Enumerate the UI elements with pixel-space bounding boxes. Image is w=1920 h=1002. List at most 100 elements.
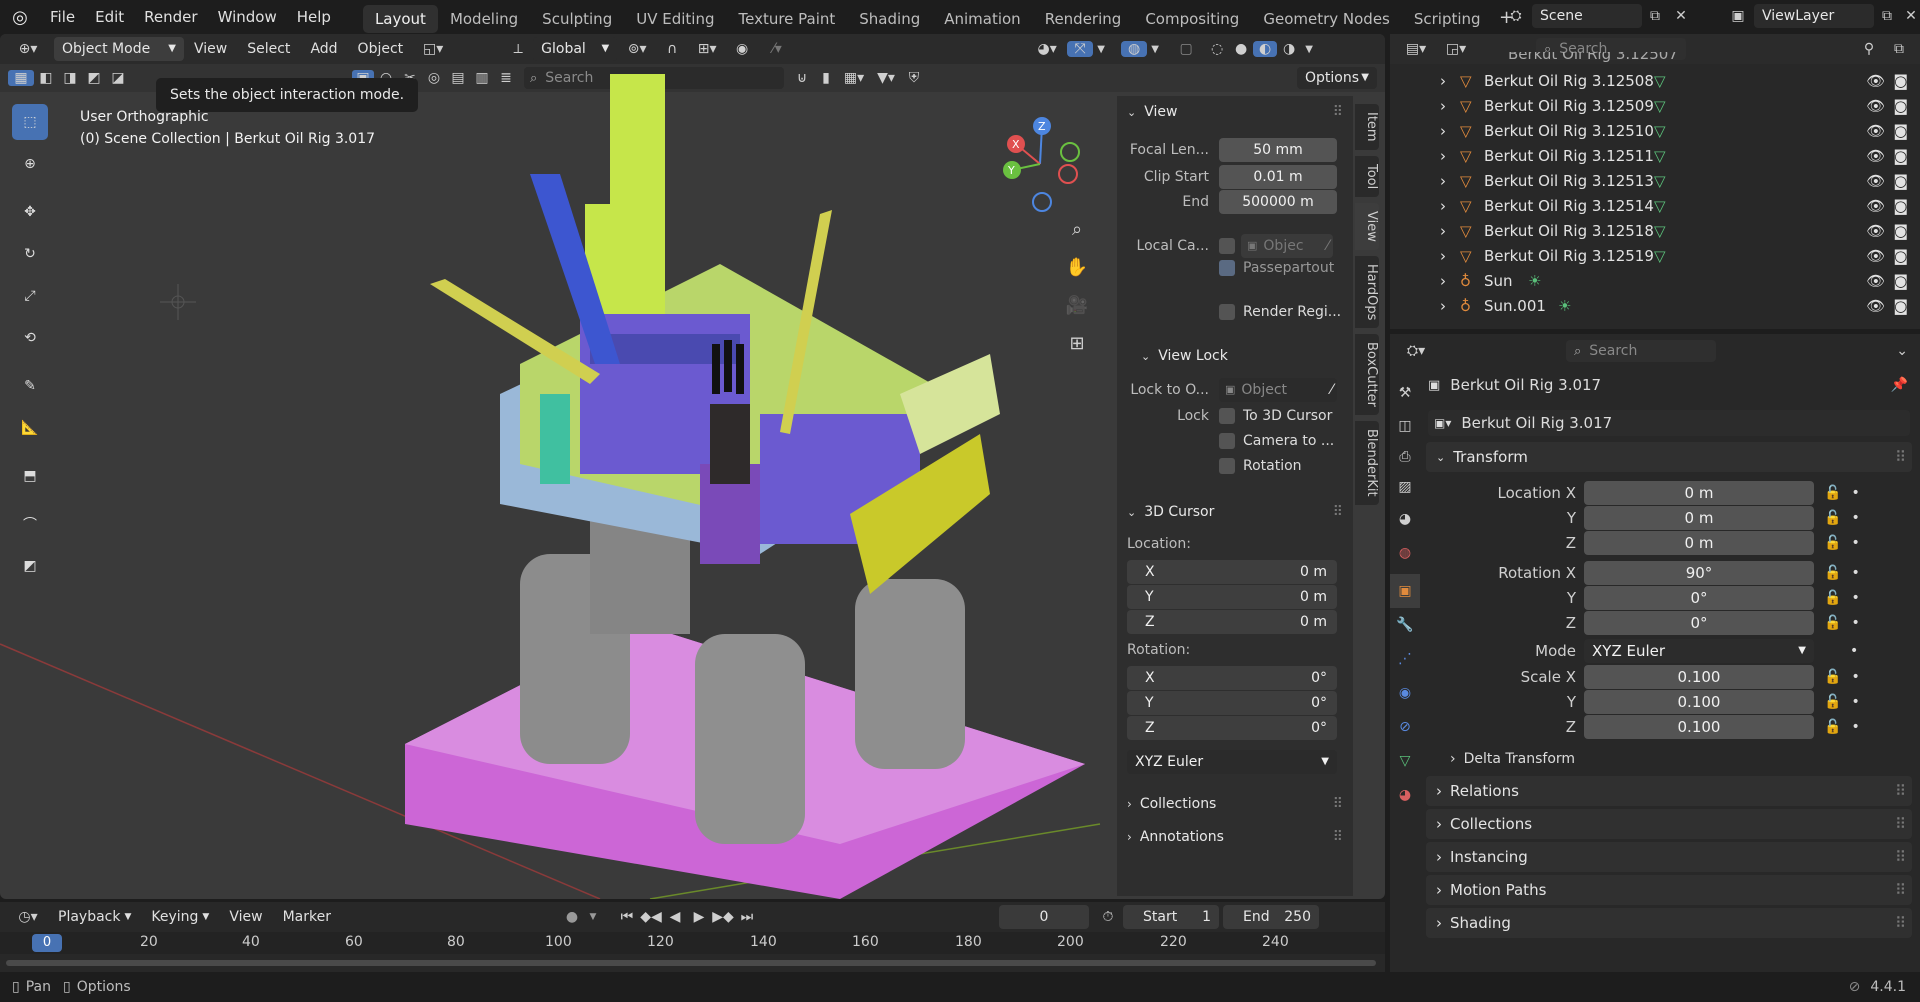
editor-type-icon[interactable]: ▤▾	[1396, 41, 1436, 57]
cursor-rotation-mode-dropdown[interactable]: XYZ Euler ▼	[1127, 750, 1337, 774]
tab-rendering[interactable]: Rendering	[1033, 5, 1134, 33]
data-tab-icon[interactable]: ▽	[1390, 744, 1420, 778]
object-datablock-field[interactable]: ▣▾ Berkut Oil Rig 3.017	[1428, 410, 1910, 436]
lock-icon[interactable]: 🔓	[1824, 535, 1841, 551]
outliner-row[interactable]: › ▽ Berkut Oil Rig 3.12509 ▽ 👁 ◙	[1390, 93, 1920, 118]
location-x-field[interactable]: 0 m	[1584, 480, 1814, 505]
camera-render-icon[interactable]: ◙	[1893, 272, 1908, 290]
material-tab-icon[interactable]: ◕	[1390, 778, 1420, 812]
tab-modeling[interactable]: Modeling	[438, 5, 530, 33]
drag-handle-icon[interactable]: ⠿	[1333, 796, 1343, 812]
relations-panel-header[interactable]: › Relations ⠿	[1426, 776, 1912, 806]
scene-name-field[interactable]: Scene	[1532, 4, 1642, 28]
wireframe-shading-icon[interactable]: ◌	[1205, 41, 1229, 57]
tool-tab-icon[interactable]: ⚒	[1390, 376, 1420, 410]
rotation-y-field[interactable]: 0°	[1584, 585, 1814, 610]
shading-dropdown-icon[interactable]: ▼	[1301, 44, 1317, 55]
cursor-loc-x-field[interactable]: X 0 m	[1127, 560, 1337, 584]
menu-help[interactable]: Help	[287, 0, 341, 34]
timeline-marker-menu[interactable]: Marker	[273, 902, 341, 932]
lock-icon[interactable]: 🔓	[1824, 615, 1841, 631]
lock-camera-checkbox[interactable]	[1219, 433, 1235, 449]
eye-icon[interactable]: 👁	[1866, 247, 1885, 265]
chevron-right-icon[interactable]: ›	[1440, 197, 1460, 215]
drag-handle-icon[interactable]: ⠿	[1895, 448, 1906, 466]
camera-render-icon[interactable]: ◙	[1893, 172, 1908, 190]
local-camera-field[interactable]: ▣ Objec ⁄	[1241, 234, 1333, 258]
tab-texture-paint[interactable]: Texture Paint	[726, 5, 847, 33]
lock-rotation-checkbox[interactable]	[1219, 458, 1235, 474]
eye-icon[interactable]: 👁	[1866, 147, 1885, 165]
zoom-icon[interactable]: ⌕	[1062, 210, 1092, 248]
transform-panel-header[interactable]: ⌄ Transform ⠿	[1426, 442, 1912, 472]
outliner-row[interactable]: › ♁ Sun.001 ☀ 👁 ◙	[1390, 293, 1920, 318]
tab-compositing[interactable]: Compositing	[1133, 5, 1251, 33]
outliner-row[interactable]: › ▽ Berkut Oil Rig 3.12510 ▽ 👁 ◙	[1390, 118, 1920, 143]
menu-render[interactable]: Render	[134, 0, 207, 34]
drag-handle-icon[interactable]: ⠿	[1895, 815, 1906, 833]
scale-y-field[interactable]: 0.100	[1584, 689, 1814, 714]
outliner-row[interactable]: › ▽ Berkut Oil Rig 3.12508 ▽ 👁 ◙	[1390, 68, 1920, 93]
eye-icon[interactable]: 👁	[1866, 197, 1885, 215]
chevron-right-icon[interactable]: ›	[1440, 147, 1460, 165]
chevron-right-icon[interactable]: ›	[1440, 222, 1460, 240]
pan-hand-icon[interactable]: ✋	[1062, 248, 1092, 286]
cursor-rot-z-field[interactable]: Z 0°	[1127, 716, 1337, 740]
chevron-right-icon[interactable]: ›	[1440, 247, 1460, 265]
output-tab-icon[interactable]: ⎙	[1390, 442, 1420, 472]
lock-icon[interactable]: 🔓	[1824, 485, 1841, 501]
modifier-tab-icon[interactable]: 🔧	[1390, 608, 1420, 642]
lock-to-object-field[interactable]: ▣ Object ⁄	[1219, 378, 1337, 402]
clip-end-field[interactable]: 500000 m	[1219, 190, 1337, 214]
sidebar-tab-boxcutter[interactable]: BoxCutter	[1355, 334, 1379, 416]
stopwatch-icon[interactable]: ⏱	[1093, 909, 1123, 925]
lock-cursor-checkbox[interactable]	[1219, 408, 1235, 424]
eye-icon[interactable]: 👁	[1866, 272, 1885, 290]
play-reverse-icon[interactable]: ◀	[663, 909, 687, 925]
overlay-toggle-icon[interactable]: ◍	[1121, 41, 1148, 57]
instancing-panel-header[interactable]: › Instancing ⠿	[1426, 842, 1912, 872]
scene-icon[interactable]: ⛭	[1500, 8, 1532, 24]
location-y-field[interactable]: 0 m	[1584, 505, 1814, 530]
outliner-row[interactable]: › ▽ Berkut Oil Rig 3.12511 ▽ 👁 ◙	[1390, 143, 1920, 168]
keyframe-dot-icon[interactable]: •	[1850, 643, 1858, 659]
eye-icon[interactable]: 👁	[1866, 172, 1885, 190]
lock-icon[interactable]: 🔓	[1824, 669, 1841, 685]
chevron-right-icon[interactable]: ›	[1440, 172, 1460, 190]
current-frame-indicator[interactable]: 0	[32, 934, 62, 952]
tab-geometry-nodes[interactable]: Geometry Nodes	[1251, 5, 1402, 33]
options-dropdown[interactable]: Options ▼	[1297, 67, 1377, 89]
rendered-shading-icon[interactable]: ◑	[1277, 41, 1301, 57]
passepartout-checkbox[interactable]	[1219, 260, 1235, 276]
tab-uv-editing[interactable]: UV Editing	[624, 5, 726, 33]
camera-render-icon[interactable]: ◙	[1893, 247, 1908, 265]
tab-sculpting[interactable]: Sculpting	[530, 5, 624, 33]
keying-menu[interactable]: Keying ▼	[141, 902, 219, 932]
delete-viewlayer-icon[interactable]: ✕	[1900, 8, 1920, 24]
ortho-grid-icon[interactable]: ⊞	[1062, 324, 1092, 362]
keyframe-dot-icon[interactable]: •	[1851, 510, 1859, 526]
editor-type-icon[interactable]: ⛭▾	[1396, 343, 1436, 359]
location-z-field[interactable]: 0 m	[1584, 530, 1814, 555]
constraints-tab-icon[interactable]: ⊘	[1390, 710, 1420, 744]
new-viewlayer-icon[interactable]: ⧉	[1874, 8, 1900, 24]
outliner-row[interactable]: › ▽ Berkut Oil Rig 3.12514 ▽ 👁 ◙	[1390, 193, 1920, 218]
rotation-x-field[interactable]: 90°	[1584, 560, 1814, 585]
solid-shading-icon[interactable]: ●	[1229, 41, 1253, 57]
navigation-gizmo[interactable]: Z X Y	[990, 114, 1090, 214]
collections-panel-header[interactable]: › Collections ⠿	[1426, 809, 1912, 839]
camera-render-icon[interactable]: ◙	[1893, 197, 1908, 215]
frame-ruler[interactable]: 0 20 40 60 80 100 120 140 160 180 200 22…	[0, 932, 1385, 954]
xray-icon[interactable]: ▢	[1173, 41, 1199, 57]
keyframe-dot-icon[interactable]: •	[1851, 590, 1859, 606]
keyframe-dot-icon[interactable]: •	[1851, 669, 1859, 685]
jump-end-icon[interactable]: ⏭	[735, 909, 759, 925]
view-layer-tab-icon[interactable]: ▨	[1390, 472, 1420, 502]
sidebar-tab-tool[interactable]: Tool	[1355, 155, 1379, 197]
chevron-right-icon[interactable]: ›	[1440, 297, 1460, 315]
particles-tab-icon[interactable]: ⋰	[1390, 642, 1420, 676]
keyframe-dot-icon[interactable]: •	[1851, 485, 1859, 501]
scene-tab-icon[interactable]: ◕	[1390, 502, 1420, 536]
chevron-right-icon[interactable]: ›	[1440, 72, 1460, 90]
keyframe-dot-icon[interactable]: •	[1851, 535, 1859, 551]
